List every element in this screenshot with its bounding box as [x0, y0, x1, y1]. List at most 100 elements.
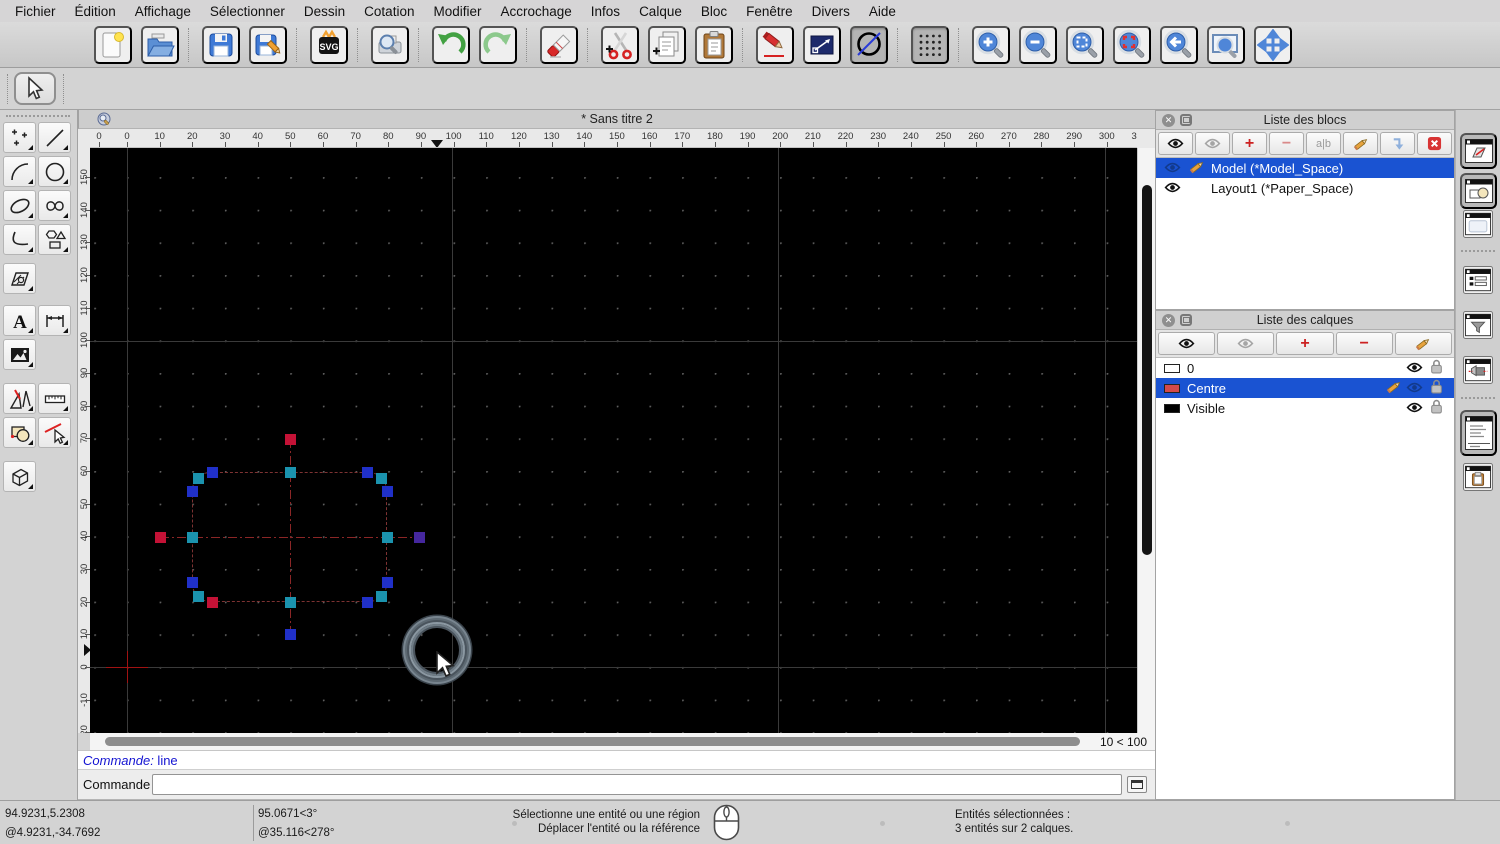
vertical-scrollbar[interactable] [1137, 148, 1155, 733]
hatch-tool-button[interactable] [3, 263, 36, 294]
edit-pencil-icon[interactable] [1189, 159, 1205, 178]
library-window-toggle-button[interactable] [1460, 173, 1497, 209]
lock-icon[interactable] [1430, 359, 1450, 377]
visibility-eye-icon[interactable] [1164, 161, 1181, 176]
edit-layer-button[interactable] [1394, 332, 1453, 355]
selection-handle-blue[interactable] [361, 466, 373, 478]
show-all-button[interactable] [1158, 332, 1216, 355]
layer-row[interactable]: 0 [1156, 358, 1454, 378]
points-tool-button[interactable] [3, 122, 36, 153]
selection-handle-red[interactable] [206, 596, 218, 608]
zoom-out-button[interactable] [1019, 25, 1057, 64]
circle-tool-button[interactable] [38, 156, 71, 187]
selection-handle-blue[interactable] [206, 466, 218, 478]
visibility-eye-icon[interactable] [1406, 401, 1430, 416]
command-input[interactable] [152, 774, 1122, 795]
rename-block-button[interactable]: a|b [1306, 132, 1341, 155]
drawing-canvas[interactable] [90, 148, 1137, 733]
pen-edit-button[interactable] [756, 25, 794, 64]
lock-icon[interactable] [1430, 399, 1450, 417]
text-tool-button[interactable]: A [3, 305, 36, 336]
selection-handle-red[interactable] [284, 433, 296, 445]
selection-handle-cyan[interactable] [375, 472, 387, 484]
remove-layer-button[interactable]: − [1335, 332, 1393, 355]
menu-aide[interactable]: Aide [869, 4, 896, 19]
zoom-auto-button[interactable] [1066, 25, 1104, 64]
selection-handle-blue[interactable] [284, 628, 296, 640]
menu-modifier[interactable]: Modifier [433, 4, 481, 19]
delete-block-button[interactable] [1417, 132, 1452, 155]
lock-icon[interactable] [1430, 379, 1450, 397]
selection-handle-blue[interactable] [381, 485, 393, 497]
edit-pencil-icon[interactable] [1386, 379, 1406, 398]
menu-accrochage[interactable]: Accrochage [500, 4, 571, 19]
cube3d-tool-button[interactable] [3, 461, 36, 492]
select-entity-tool-button[interactable] [38, 417, 71, 448]
menu-dessin[interactable]: Dessin [304, 4, 345, 19]
eraser-button[interactable] [540, 25, 578, 64]
vertical-scrollbar-thumb[interactable] [1142, 185, 1152, 555]
measure-tool-button[interactable] [38, 383, 71, 414]
polygon-tool-button[interactable] [38, 224, 71, 255]
grid-toggle-button[interactable] [911, 25, 949, 64]
selection-handle-cyan[interactable] [192, 590, 204, 602]
zoom-in-button[interactable] [972, 25, 1010, 64]
menu-selectionner[interactable]: Sélectionner [210, 4, 285, 19]
show-all-button[interactable] [1158, 132, 1193, 155]
visibility-eye-icon[interactable] [1406, 381, 1430, 396]
menu-fenetre[interactable]: Fenêtre [746, 4, 793, 19]
draft-mode-button[interactable] [850, 25, 888, 64]
hide-all-button[interactable] [1195, 132, 1230, 155]
menu-cotation[interactable]: Cotation [364, 4, 414, 19]
menu-calque[interactable]: Calque [639, 4, 682, 19]
menu-affichage[interactable]: Affichage [135, 4, 191, 19]
selection-handle-blue[interactable] [186, 576, 198, 588]
remove-block-button[interactable]: − [1269, 132, 1304, 155]
edit-block-button[interactable] [1343, 132, 1378, 155]
menu-fichier[interactable]: Fichier [15, 4, 56, 19]
line-tool-button[interactable] [38, 122, 71, 153]
block-row[interactable]: Layout1 (*Paper_Space) [1156, 178, 1454, 198]
selection-handle-purple[interactable] [413, 531, 425, 543]
horizontal-centerline-entity[interactable] [160, 537, 419, 538]
selection-handle-cyan[interactable] [284, 596, 296, 608]
selection-handle-cyan[interactable] [192, 472, 204, 484]
cut-button[interactable] [601, 25, 639, 64]
add-block-button[interactable]: + [1232, 132, 1267, 155]
menu-divers[interactable]: Divers [812, 4, 850, 19]
block-window-toggle-button[interactable] [1460, 133, 1497, 169]
properties-button[interactable] [803, 25, 841, 64]
zoom-selection-button[interactable] [1113, 25, 1151, 64]
filter-window-toggle-button[interactable] [1463, 311, 1493, 339]
layer-list-window-toggle-button[interactable] [1463, 266, 1493, 294]
save-button[interactable] [202, 25, 240, 64]
selection-handle-cyan[interactable] [381, 531, 393, 543]
menu-infos[interactable]: Infos [591, 4, 620, 19]
command-options-button[interactable] [1127, 776, 1147, 793]
spline-tool-button[interactable] [38, 190, 71, 221]
select-tool-button[interactable] [14, 72, 56, 105]
palette-handle[interactable] [6, 115, 70, 117]
redo-button[interactable] [479, 25, 517, 64]
visibility-eye-icon[interactable] [1406, 361, 1430, 376]
arc-tool-button[interactable] [3, 156, 36, 187]
selection-handle-red[interactable] [154, 531, 166, 543]
blank-window-toggle-button[interactable] [1463, 210, 1493, 238]
command-window-toggle-button[interactable] [1460, 410, 1497, 456]
copy-button[interactable] [648, 25, 686, 64]
menu-bloc[interactable]: Bloc [701, 4, 727, 19]
clipboard-window-toggle-button[interactable] [1463, 463, 1493, 491]
modify-tool-button[interactable] [3, 383, 36, 414]
insert-block-button[interactable] [1380, 132, 1415, 155]
blocks-tool-button[interactable] [3, 417, 36, 448]
selection-handle-blue[interactable] [381, 576, 393, 588]
plot-window-toggle-button[interactable] [1463, 356, 1493, 384]
open-button[interactable] [141, 25, 179, 64]
horizontal-scrollbar-thumb[interactable] [105, 737, 1080, 746]
layer-row[interactable]: Visible [1156, 398, 1454, 418]
zoom-previous-button[interactable] [1160, 25, 1198, 64]
menu-edition[interactable]: Édition [75, 4, 116, 19]
selection-handle-cyan[interactable] [284, 466, 296, 478]
selection-handle-blue[interactable] [186, 485, 198, 497]
selection-handle-blue[interactable] [361, 596, 373, 608]
